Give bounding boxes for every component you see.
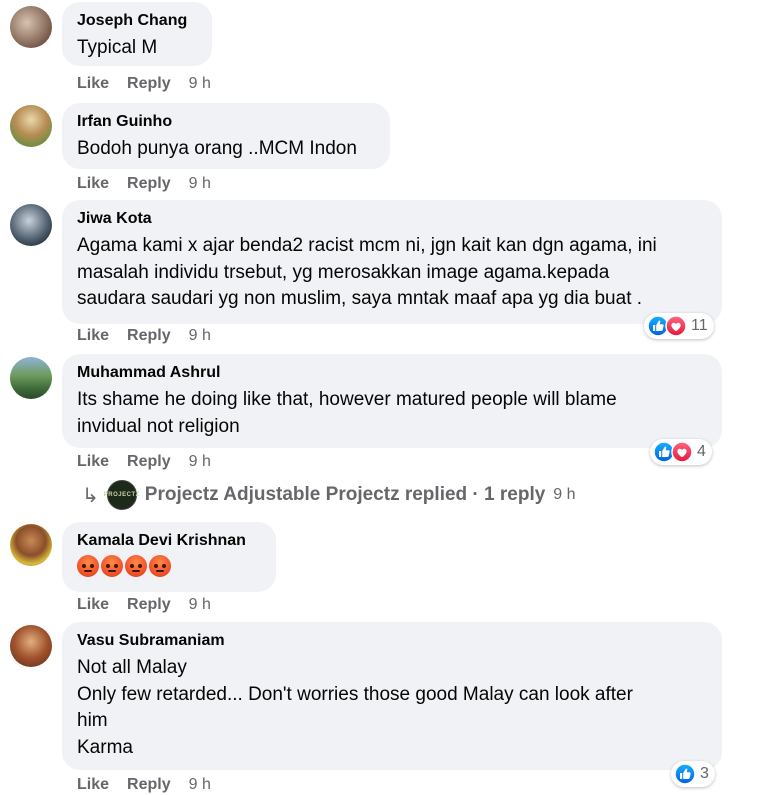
comment-text: Not all Malay Only few retarded... Don't… — [77, 657, 633, 758]
angry-emoji — [101, 555, 123, 577]
comment-actions: Like Reply 9 h — [77, 595, 211, 615]
comment-actions: Like Reply 9 h — [77, 74, 211, 94]
comment-author[interactable]: Irfan Guinho — [77, 112, 375, 132]
reaction-summary[interactable]: 3 — [671, 761, 715, 787]
comment-author[interactable]: Muhammad Ashrul — [77, 363, 707, 383]
reply-button[interactable]: Reply — [127, 326, 171, 346]
comment-bubble: Jiwa Kota Agama kami x ajar benda2 racis… — [62, 200, 722, 324]
comment-actions: Like Reply 9 h — [77, 775, 211, 795]
like-button[interactable]: Like — [77, 595, 109, 615]
reply-button[interactable]: Reply — [127, 452, 171, 472]
comment-text: Bodoh punya orang ..MCM Indon — [77, 138, 357, 159]
reply-button[interactable]: Reply — [127, 74, 171, 94]
comment-text: Agama kami x ajar benda2 racist mcm ni, … — [77, 235, 657, 309]
reply-button[interactable]: Reply — [127, 775, 171, 795]
angry-emoji — [149, 555, 171, 577]
angry-emoji — [125, 555, 147, 577]
like-button[interactable]: Like — [77, 326, 109, 346]
timestamp[interactable]: 9 h — [189, 326, 211, 346]
reaction-summary[interactable]: 4 — [650, 439, 712, 465]
comments-feed: Joseph Chang Typical M Like Reply 9 h Ir… — [0, 0, 768, 795]
comment-actions: Like Reply 9 h — [77, 174, 211, 194]
reply-button[interactable]: Reply — [127, 174, 171, 194]
comment-bubble: Joseph Chang Typical M — [62, 2, 212, 66]
avatar[interactable] — [10, 625, 52, 667]
reaction-summary[interactable]: 11 — [644, 313, 714, 339]
reply-arrow-icon: ↳ — [82, 484, 99, 507]
reaction-count: 3 — [700, 765, 709, 782]
timestamp[interactable]: 9 h — [189, 775, 211, 795]
like-button[interactable]: Like — [77, 74, 109, 94]
comment-author[interactable]: Jiwa Kota — [77, 209, 707, 229]
reply-timestamp[interactable]: 9 h — [553, 486, 575, 504]
angry-emoji — [77, 555, 99, 577]
like-icon — [674, 763, 696, 785]
comment-author[interactable]: Joseph Chang — [77, 11, 197, 31]
comment-bubble: Irfan Guinho Bodoh punya orang ..MCM Ind… — [62, 103, 390, 169]
reaction-count: 11 — [691, 317, 708, 334]
comment-bubble: Muhammad Ashrul Its shame he doing like … — [62, 354, 722, 448]
comment-text: Its shame he doing like that, however ma… — [77, 389, 617, 437]
comment-text: Typical M — [77, 37, 158, 58]
like-button[interactable]: Like — [77, 174, 109, 194]
avatar[interactable] — [10, 105, 52, 147]
comment-author[interactable]: Kamala Devi Krishnan — [77, 531, 261, 551]
timestamp[interactable]: 9 h — [189, 595, 211, 615]
timestamp[interactable]: 9 h — [189, 452, 211, 472]
comment-actions: Like Reply 9 h — [77, 452, 211, 472]
emoji-row — [77, 555, 261, 577]
comment-author[interactable]: Vasu Subramaniam — [77, 631, 707, 651]
replies-summary[interactable]: Projectz Adjustable Projectz replied · 1… — [145, 484, 546, 506]
like-button[interactable]: Like — [77, 452, 109, 472]
avatar[interactable] — [10, 524, 52, 566]
avatar[interactable] — [10, 6, 52, 48]
reaction-count: 4 — [697, 443, 706, 460]
comment-actions: Like Reply 9 h — [77, 326, 211, 346]
view-replies-link[interactable]: ↳ PROJECTZ Projectz Adjustable Projectz … — [82, 480, 576, 510]
love-icon — [671, 441, 693, 463]
timestamp[interactable]: 9 h — [189, 74, 211, 94]
reply-author-avatar: PROJECTZ — [104, 480, 139, 510]
avatar[interactable] — [10, 204, 52, 246]
comment-bubble: Kamala Devi Krishnan — [62, 522, 276, 592]
reply-button[interactable]: Reply — [127, 595, 171, 615]
love-icon — [665, 315, 687, 337]
like-button[interactable]: Like — [77, 775, 109, 795]
timestamp[interactable]: 9 h — [189, 174, 211, 194]
avatar[interactable] — [10, 357, 52, 399]
comment-bubble: Vasu Subramaniam Not all Malay Only few … — [62, 622, 722, 770]
